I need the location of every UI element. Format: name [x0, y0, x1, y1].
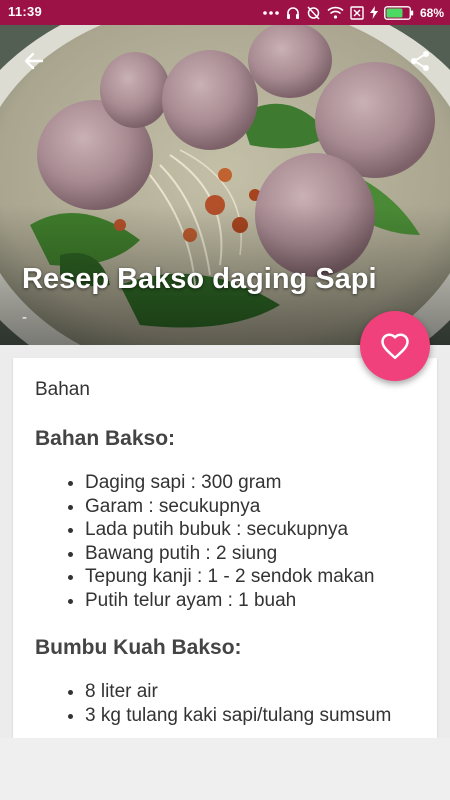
list-item: Daging sapi : 300 gram: [85, 471, 415, 495]
status-icons: 68%: [262, 3, 444, 22]
list-item: Lada putih bubuk : secukupnya: [85, 518, 415, 542]
sim-icon: [350, 5, 364, 20]
list-item: Bawang putih : 2 siung: [85, 542, 415, 566]
battery-percentage: 68%: [419, 5, 444, 20]
list-item: Putih telur ayam : 1 buah: [85, 589, 415, 613]
list-item: Garam : secukupnya: [85, 495, 415, 519]
share-button[interactable]: [402, 43, 438, 79]
recipe-hero-image: Resep Bakso daging Sapi -: [0, 25, 450, 345]
headset-icon: [286, 6, 299, 19]
list-item: 3 kg tulang kaki sapi/tulang sumsum: [85, 704, 415, 728]
favorite-button[interactable]: [360, 311, 430, 381]
list-item: 8 liter air: [85, 680, 415, 704]
recipe-detail-screen: 11:39 68% Resep Bakso daging Sapi - Baha…: [0, 0, 450, 800]
charging-icon: [369, 6, 378, 19]
battery-icon: [384, 5, 414, 20]
bottom-blank-area: [0, 738, 450, 800]
wifi-icon: [327, 6, 344, 19]
status-time: 11:39: [8, 4, 43, 19]
recipe-content-card: Bahan Bahan Bakso: Daging sapi : 300 gra…: [13, 358, 437, 738]
more-dots-icon: [263, 10, 279, 15]
list-item: Tepung kanji : 1 - 2 sendok makan: [85, 565, 415, 589]
heart-outline-icon: [381, 333, 409, 360]
recipe-title: Resep Bakso daging Sapi: [22, 263, 377, 295]
ingredient-list-bumbu-kuah: 8 liter air 3 kg tulang kaki sapi/tulang…: [35, 680, 415, 727]
status-bar: 11:39 68%: [0, 0, 450, 25]
share-icon: [411, 51, 429, 71]
alarm-off-icon: [307, 6, 320, 20]
ingredient-list-bahan-bakso: Daging sapi : 300 gram Garam : secukupny…: [35, 471, 415, 612]
arrow-left-icon: [24, 52, 44, 70]
recipe-subtitle: -: [22, 309, 27, 326]
ingredients-label: Bahan: [35, 379, 90, 400]
section-heading-bahan-bakso: Bahan Bakso:: [35, 427, 176, 450]
back-button[interactable]: [16, 43, 52, 79]
section-heading-bumbu-kuah: Bumbu Kuah Bakso:: [35, 636, 242, 659]
